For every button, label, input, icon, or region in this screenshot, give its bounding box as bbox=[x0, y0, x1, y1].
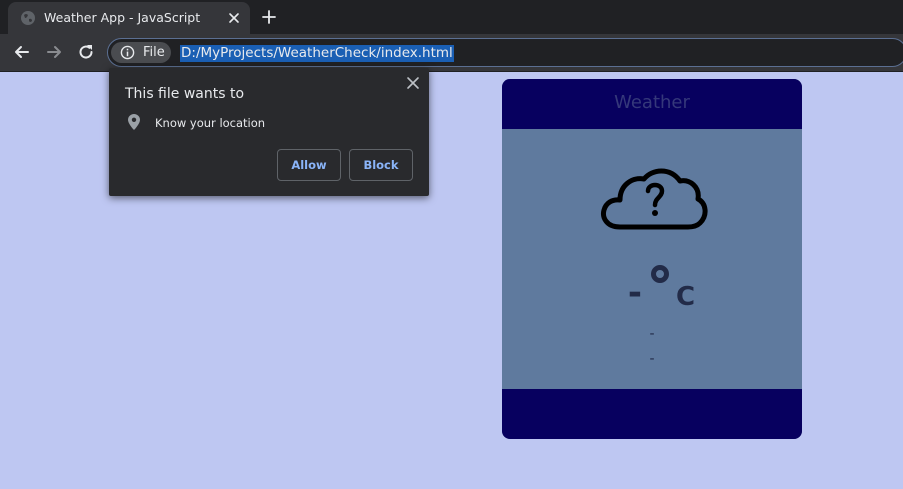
new-tab-plus-icon[interactable] bbox=[259, 7, 279, 27]
info-icon bbox=[120, 45, 135, 60]
tab-strip: Weather App - JavaScript bbox=[0, 0, 903, 34]
site-info-chip[interactable]: File bbox=[111, 42, 171, 63]
temperature-value: - bbox=[627, 273, 642, 313]
forward-arrow-icon[interactable] bbox=[44, 42, 64, 62]
allow-button[interactable]: Allow bbox=[277, 149, 341, 181]
weather-description: - bbox=[649, 326, 655, 342]
url-text[interactable]: D:/MyProjects/WeatherCheck/index.html bbox=[180, 45, 454, 62]
block-button[interactable]: Block bbox=[349, 149, 413, 181]
tab-title: Weather App - JavaScript bbox=[44, 10, 201, 25]
browser-toolbar: File D:/MyProjects/WeatherCheck/index.ht… bbox=[0, 34, 903, 72]
card-footer bbox=[502, 389, 802, 439]
location-permission-popup: This file wants to Know your location Al… bbox=[109, 68, 429, 196]
browser-tab[interactable]: Weather App - JavaScript bbox=[8, 2, 250, 34]
popup-close-icon[interactable] bbox=[405, 75, 421, 91]
card-title: Weather bbox=[614, 92, 690, 113]
tab-close-icon[interactable] bbox=[225, 9, 243, 27]
popup-title: This file wants to bbox=[125, 86, 245, 102]
cloud-question-icon bbox=[601, 168, 708, 230]
permission-text: Know your location bbox=[155, 116, 266, 130]
degree-symbol bbox=[651, 265, 669, 283]
weather-location: - bbox=[649, 351, 655, 367]
site-info-label: File bbox=[143, 45, 165, 60]
back-arrow-icon[interactable] bbox=[12, 42, 32, 62]
location-pin-icon bbox=[128, 114, 140, 130]
temperature-unit: C bbox=[676, 282, 696, 312]
globe-icon bbox=[21, 11, 35, 25]
weather-card: Weather - C - - bbox=[502, 79, 802, 439]
reload-icon[interactable] bbox=[76, 42, 96, 62]
card-header: Weather bbox=[502, 79, 802, 129]
address-bar[interactable]: File D:/MyProjects/WeatherCheck/index.ht… bbox=[107, 38, 903, 67]
